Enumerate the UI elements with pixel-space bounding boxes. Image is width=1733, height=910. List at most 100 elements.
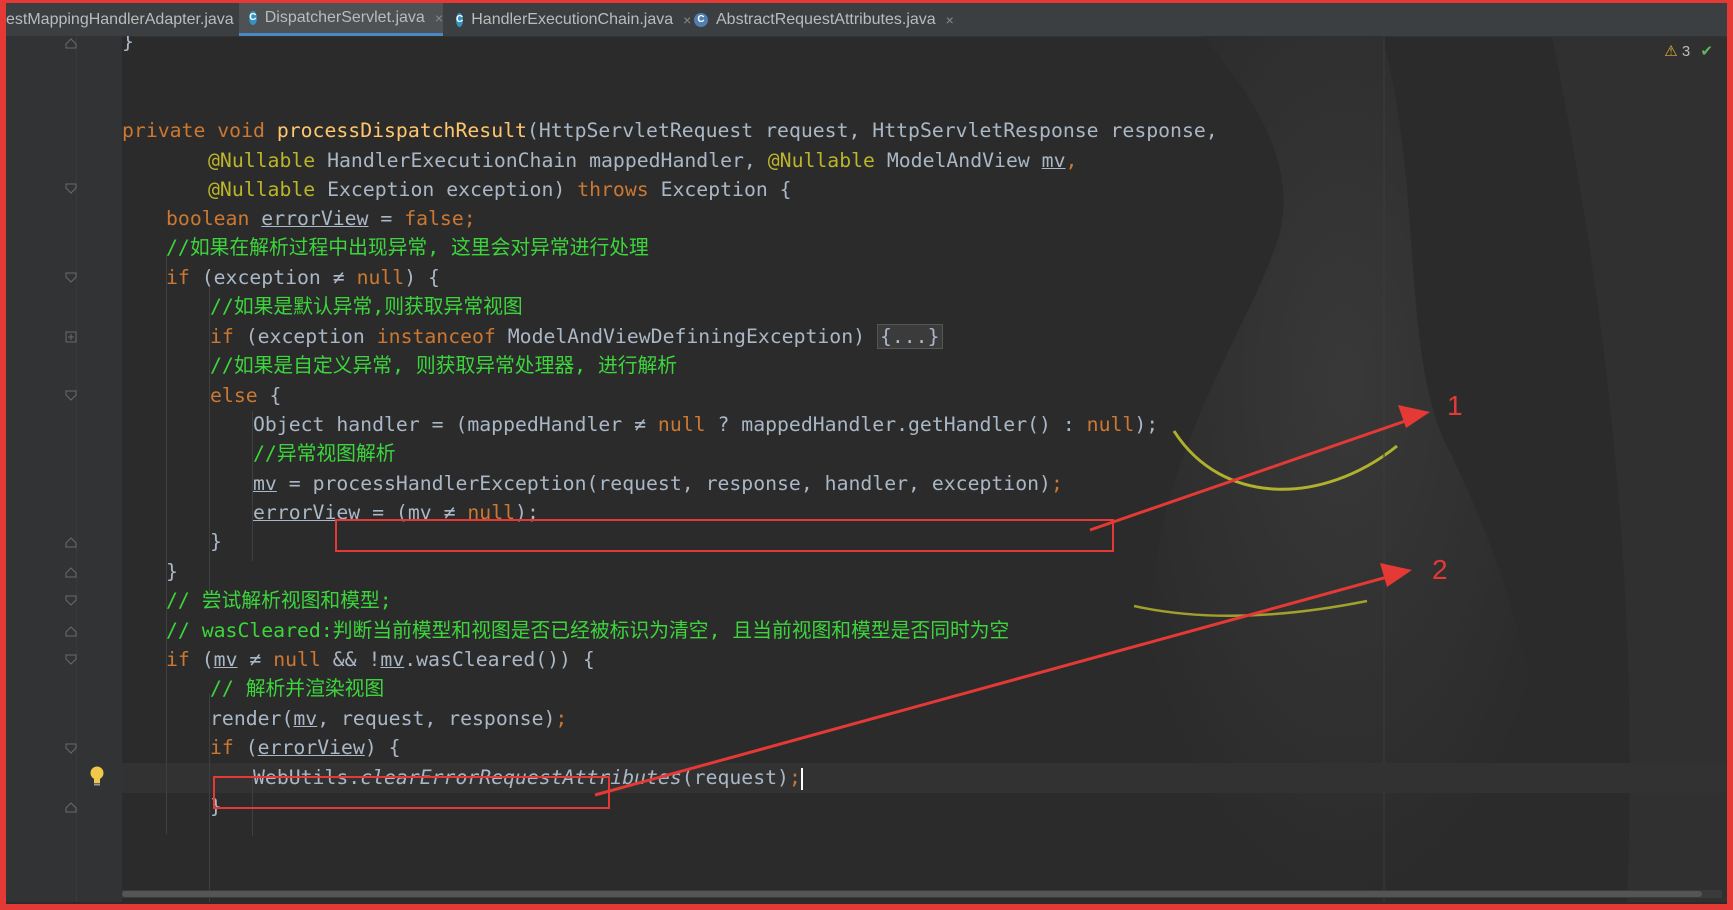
fold-expand-icon[interactable] [64, 330, 78, 344]
fold-end-icon[interactable] [64, 535, 78, 549]
editor-gutter[interactable] [6, 36, 122, 902]
keyword: else [210, 384, 258, 407]
punctuation: ; [1050, 472, 1063, 495]
code-comment[interactable]: //如果是默认异常,则获取异常视图 [210, 292, 523, 322]
annotation: @Nullable [208, 178, 316, 201]
code-text: ? mappedHandler.getHandler() : [705, 413, 1087, 436]
check-icon: ✔ [1700, 43, 1713, 60]
punctuation: , [1065, 149, 1078, 172]
variable: mv [293, 707, 318, 730]
fold-start-icon[interactable] [64, 594, 78, 608]
fold-end-icon[interactable] [64, 36, 78, 50]
fold-end-icon[interactable] [64, 624, 78, 638]
fold-start-icon[interactable] [64, 653, 78, 667]
gutter-divider [76, 36, 77, 902]
code-text: (exception [233, 325, 377, 348]
code-text: ( [233, 736, 258, 759]
code-text: Object handler = (mappedHandler ≠ [253, 413, 658, 436]
keyword: instanceof [376, 325, 496, 348]
code-line[interactable]: @Nullable Exception exception) throws Ex… [208, 175, 792, 205]
code-line[interactable]: if (errorView) { [210, 733, 401, 763]
close-icon[interactable]: × [435, 10, 443, 26]
text-caret [800, 767, 803, 790]
code-text: .wasCleared()) { [404, 648, 595, 671]
code-line[interactable]: private void processDispatchResult(HttpS… [122, 116, 1218, 146]
java-class-icon: C [249, 11, 257, 25]
keyword: if [210, 736, 234, 759]
keyword: null [1086, 413, 1135, 436]
highlight-box-process-handler-exception [335, 519, 1114, 552]
code-text: HandlerExecutionChain mappedHandler, [315, 149, 768, 172]
code-text: { [257, 384, 282, 407]
fold-start-icon[interactable] [64, 182, 78, 196]
warning-count: 3 [1681, 43, 1691, 60]
code-text: } [166, 560, 178, 583]
tab-label: estMappingHandlerAdapter.java [6, 10, 234, 28]
tab-handler-execution-chain[interactable]: C HandlerExecutionChain.java × [450, 3, 691, 36]
keyword: boolean [166, 207, 262, 230]
code-text: ) { [364, 736, 401, 759]
horizontal-scrollbar[interactable] [122, 890, 1722, 898]
code-text: ModelAndViewDefiningException) [495, 325, 877, 348]
code-editor[interactable]: ⚠ 3 ✔ } private void processDispatchResu… [122, 36, 1727, 902]
code-line[interactable]: if (exception instanceof ModelAndViewDef… [210, 322, 943, 352]
variable: mv [1041, 149, 1066, 172]
code-line[interactable]: if (exception ≠ null) { [166, 263, 440, 293]
tab-abstract-request-attributes[interactable]: C AbstractRequestAttributes.java × [688, 3, 974, 36]
code-text: } [210, 530, 222, 553]
tab-label: DispatcherServlet.java [264, 9, 425, 26]
tab-dispatcher-servlet[interactable]: C DispatcherServlet.java × [239, 3, 443, 36]
fold-start-icon[interactable] [64, 742, 78, 756]
fold-end-icon[interactable] [64, 800, 78, 814]
punctuation: ; [555, 707, 568, 730]
annotation-label-1: 1 [1447, 390, 1463, 421]
code-comment[interactable]: // 尝试解析视图和模型; [166, 586, 392, 616]
code-line[interactable]: } [122, 36, 134, 57]
keyword: null [657, 413, 706, 436]
variable: mv [253, 472, 277, 495]
code-text: ≠ [237, 648, 274, 671]
method-call: render( [210, 707, 294, 730]
code-comment[interactable]: //如果在解析过程中出现异常, 这里会对异常进行处理 [166, 233, 649, 263]
code-comment[interactable]: // 解析并渲染视图 [210, 674, 384, 704]
code-text: , request, response) [317, 707, 556, 730]
method-call: processHandlerException(request, respons… [312, 472, 1051, 495]
fold-start-icon[interactable] [64, 389, 78, 403]
punctuation: ; [788, 766, 801, 789]
code-comment[interactable]: //异常视图解析 [253, 439, 396, 469]
scrollbar-thumb[interactable] [122, 891, 1702, 897]
code-line[interactable]: mv = processHandlerException(request, re… [253, 469, 1063, 499]
code-line[interactable]: else { [210, 381, 281, 411]
code-text: (exception ≠ [189, 266, 357, 289]
code-comment[interactable]: //如果是自定义异常, 则获取异常处理器, 进行解析 [210, 351, 677, 381]
code-comment[interactable]: // wasCleared:判断当前模型和视图是否已经被标识为清空, 且当前视图… [166, 616, 1009, 646]
code-text: } [122, 36, 134, 53]
code-line[interactable]: @Nullable HandlerExecutionChain mappedHa… [208, 146, 1077, 176]
code-text: Exception { [648, 178, 792, 201]
code-line[interactable]: } [210, 527, 222, 557]
code-line[interactable]: } [166, 557, 178, 587]
keyword: if [166, 266, 190, 289]
lightbulb-icon[interactable] [88, 765, 106, 787]
inspection-widget[interactable]: ⚠ 3 ✔ [1664, 42, 1713, 60]
variable: mv [380, 648, 405, 671]
close-icon[interactable]: × [946, 12, 954, 28]
indent-guide [166, 254, 167, 834]
code-text: Exception exception) [315, 178, 578, 201]
fold-start-icon[interactable] [64, 271, 78, 285]
code-line[interactable]: render(mv, request, response); [210, 704, 567, 734]
tab-request-mapping-handler-adapter[interactable]: estMappingHandlerAdapter.java × [6, 3, 252, 36]
code-text: && ! [320, 648, 381, 671]
warning-triangle-icon: ⚠ [1664, 43, 1678, 60]
fold-end-icon[interactable] [64, 565, 78, 579]
highlight-box-render [213, 776, 610, 809]
variable: errorView [257, 736, 365, 759]
folded-block[interactable]: {...} [876, 324, 943, 349]
code-line[interactable]: Object handler = (mappedHandler ≠ null ?… [253, 410, 1158, 440]
annotation: @Nullable [208, 149, 316, 172]
code-line[interactable]: boolean errorView = false; [166, 204, 476, 234]
keyword: false [404, 207, 464, 230]
annotation: @Nullable [767, 149, 875, 172]
annotation-label-2: 2 [1432, 554, 1448, 585]
code-line[interactable]: if (mv ≠ null && !mv.wasCleared()) { [166, 645, 595, 675]
